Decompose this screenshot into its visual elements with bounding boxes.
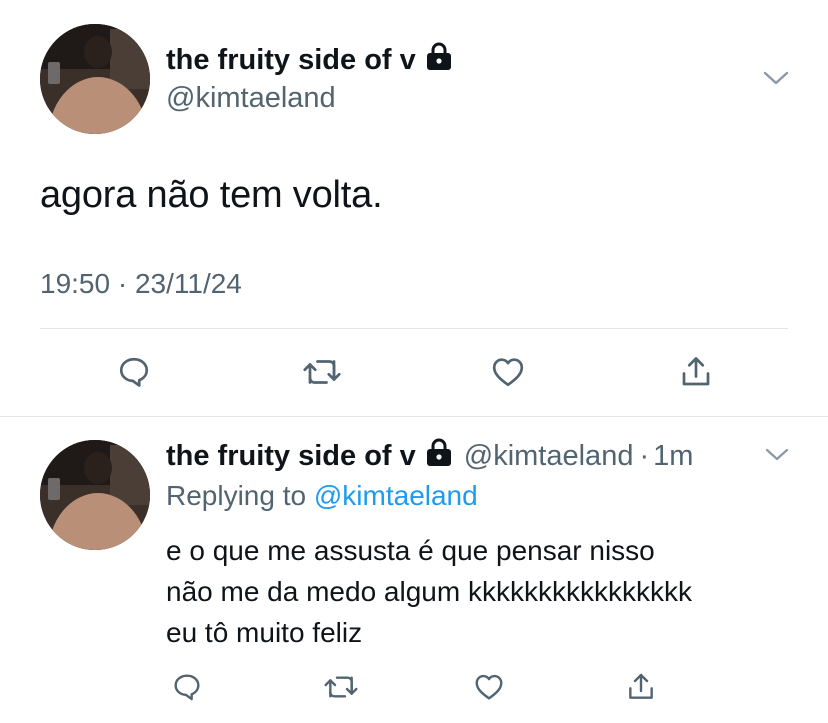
chevron-down-icon[interactable] xyxy=(762,68,790,93)
like-icon xyxy=(492,358,524,387)
lock-icon xyxy=(424,438,454,474)
reply-handle[interactable]: @kimtaeland xyxy=(464,440,634,473)
divider xyxy=(40,328,788,329)
retweet-icon xyxy=(324,676,358,698)
chevron-down-icon[interactable] xyxy=(764,446,790,469)
reply-separator: · xyxy=(639,439,650,472)
reply-share-button[interactable] xyxy=(622,668,660,706)
reply-line: e o que me assusta é que pensar nisso xyxy=(166,535,655,566)
meta-separator: · xyxy=(117,268,128,299)
share-icon xyxy=(682,357,710,386)
handle[interactable]: @kimtaeland xyxy=(166,82,336,115)
like-button[interactable] xyxy=(486,350,530,394)
replying-to: Replying to @kimtaeland xyxy=(166,480,478,512)
reply-icon xyxy=(174,674,200,701)
replying-prefix: Replying to xyxy=(166,480,307,511)
reply-avatar[interactable] xyxy=(40,440,150,550)
tweet-time[interactable]: 19:50 xyxy=(40,268,110,299)
reply-button[interactable] xyxy=(112,350,156,394)
reply-line: não me da medo algum kkkkkkkkkkkkkkkk xyxy=(166,576,692,607)
thread-divider xyxy=(0,416,828,417)
reply-reply-button[interactable] xyxy=(168,668,206,706)
avatar[interactable] xyxy=(40,24,150,134)
lock-icon xyxy=(424,42,454,78)
like-icon xyxy=(475,674,503,700)
replying-to-link[interactable]: @kimtaeland xyxy=(314,480,478,511)
retweet-icon xyxy=(303,360,341,384)
retweet-button[interactable] xyxy=(298,350,346,394)
tweet-meta: 19:50 · 23/11/24 xyxy=(40,268,242,300)
tweet-date[interactable]: 23/11/24 xyxy=(135,268,242,299)
reply-text: e o que me assusta é que pensar nisso nã… xyxy=(166,530,692,653)
share-button[interactable] xyxy=(674,350,718,394)
reply-header: the fruity side of v @kimtaeland · 1m xyxy=(166,438,693,474)
share-icon xyxy=(629,673,653,699)
reply-retweet-button[interactable] xyxy=(320,668,362,706)
reply-line: eu tô muito feliz xyxy=(166,617,363,648)
reply-icon xyxy=(119,357,149,387)
display-name-text[interactable]: the fruity side of v xyxy=(166,44,416,77)
display-name[interactable]: the fruity side of v xyxy=(166,42,454,78)
reply-like-button[interactable] xyxy=(470,668,508,706)
reply-age[interactable]: 1m xyxy=(653,440,693,473)
reply-display-name[interactable]: the fruity side of v xyxy=(166,440,416,473)
tweet-text: agora não tem volta. xyxy=(40,174,383,216)
